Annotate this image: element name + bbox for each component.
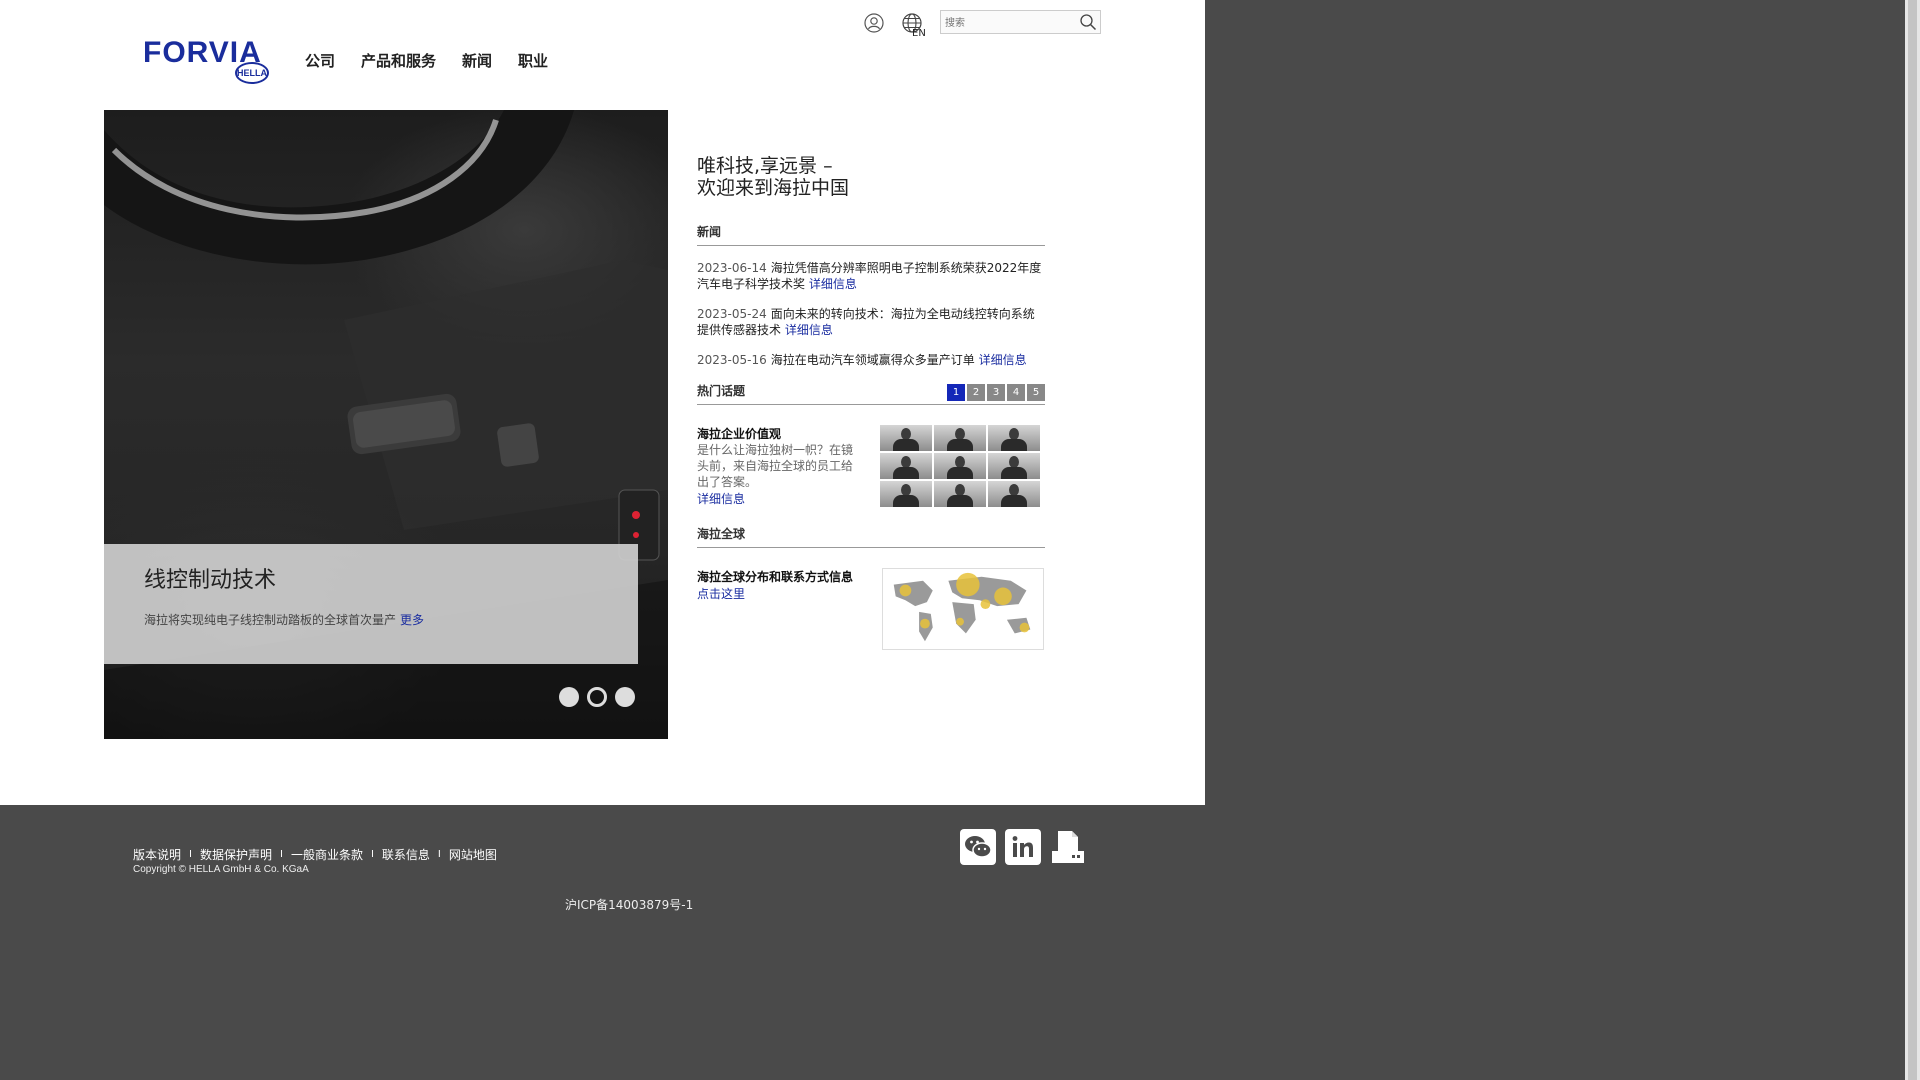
hero-more-link[interactable]: 更多 [400,613,424,627]
employee-photo [934,481,986,507]
hero-caption: 线控制动技术 海拉将实现纯电子线控制动踏板的全球首次量产 更多 [104,544,638,664]
hero-carousel[interactable]: 线控制动技术 海拉将实现纯电子线控制动踏板的全球首次量产 更多 [104,110,668,739]
footer-link-imprint[interactable]: 版本说明 [133,846,181,863]
carousel-dot-2[interactable] [587,687,607,707]
news-details-link[interactable]: 详细信息 [785,323,833,337]
footer-link-privacy[interactable]: 数据保护声明 [200,846,272,863]
page-background [1205,0,1905,1080]
copyright-text: Copyright © HELLA GmbH & Co. KGaA [133,864,309,875]
social-icons [960,829,1086,865]
footer-separator: I [189,849,192,860]
wechat-icon[interactable] [960,829,996,865]
footer-separator: I [370,849,374,860]
nav-item-careers[interactable]: 职业 [518,50,548,71]
employee-photo [880,425,932,451]
hero-title: 线控制动技术 [144,568,277,593]
pager-page-5[interactable]: 5 [1027,384,1045,401]
carousel-dots [559,687,635,707]
nav-item-company[interactable]: 公司 [305,50,335,71]
search-icon[interactable] [1079,13,1097,31]
hot-topics-pager: 1 2 3 4 5 [947,384,1045,401]
nav-item-products[interactable]: 产品和服务 [361,50,436,71]
news-details-link[interactable]: 详细信息 [809,277,857,291]
news-section-title: 新闻 [697,223,1045,246]
news-list: 2023-06-14 海拉凭借高分辨率照明电子控制系统荣获2022年度汽车电子科学… [697,260,1045,368]
news-item: 2023-05-24 面向未来的转向技术：海拉为全电动线控转向系统提供传感器技术 … [697,306,1045,338]
employee-photo [880,453,932,479]
pager-page-2[interactable]: 2 [967,384,985,401]
search-box [940,10,1101,35]
print-icon[interactable] [1050,829,1086,865]
employee-photo [988,425,1040,451]
welcome-line-2: 欢迎来到海拉中国 [697,177,850,199]
carousel-dot-1[interactable] [559,687,579,707]
news-date: 2023-06-14 [697,261,767,275]
news-headline: 海拉在电动汽车领域赢得众多量产订单 [770,353,975,367]
user-icon[interactable] [864,13,884,33]
news-date: 2023-05-16 [697,353,767,367]
main-nav: 公司 产品和服务 新闻 职业 [305,50,548,71]
search-input[interactable] [941,12,1079,35]
hella-logo-badge: HELLA [235,62,269,84]
news-details-link[interactable]: 详细信息 [979,353,1027,367]
global-card: 海拉全球分布和联系方式信息 点击这里 [697,568,1045,658]
footer-separator: I [437,849,441,860]
employee-photo [988,453,1040,479]
employee-photo [880,481,932,507]
welcome-line-1: 唯科技,享远景 – [697,155,833,177]
employee-photo-grid[interactable] [880,425,1040,507]
employee-photo [934,453,986,479]
global-section-title: 海拉全球 [697,525,1045,548]
footer-link-sitemap[interactable]: 网站地图 [449,846,497,863]
scrollbar-thumb[interactable] [1908,0,1917,1080]
hot-topics-header: 热门话题 1 2 3 4 5 [697,382,1045,405]
welcome-heading: 唯科技,享远景 – 欢迎来到海拉中国 [697,155,1045,199]
pager-page-1[interactable]: 1 [947,384,965,401]
forvia-hella-logo[interactable]: FORVIA HELLA [143,36,271,86]
world-map-image[interactable] [882,568,1044,650]
right-column: 唯科技,享远景 – 欢迎来到海拉中国 新闻 2023-06-14 海拉凭借高分辨率… [697,155,1045,658]
icp-license-text[interactable]: 沪ICP备14003879号-1 [565,896,693,913]
hot-topic-card: 海拉企业价值观 是什么让海拉独树一帜？在镜头前，来自海拉全球的员工给出了答案。 … [697,425,1045,515]
employee-photo [934,425,986,451]
language-label[interactable]: EN [912,28,926,39]
hero-description: 海拉将实现纯电子线控制动踏板的全球首次量产 [144,613,397,627]
linkedin-icon[interactable] [1005,829,1041,865]
carousel-dot-3[interactable] [615,687,635,707]
pager-page-4[interactable]: 4 [1007,384,1025,401]
nav-item-news[interactable]: 新闻 [462,50,492,71]
employee-photo [988,481,1040,507]
footer-links: 版本说明 I 数据保护声明 I 一般商业条款 I 联系信息 I 网站地图 [133,846,497,863]
news-item: 2023-06-14 海拉凭借高分辨率照明电子控制系统荣获2022年度汽车电子科学… [697,260,1045,292]
news-date: 2023-05-24 [697,307,767,321]
pager-page-3[interactable]: 3 [987,384,1005,401]
footer-separator: I [279,849,283,860]
topic-text: 是什么让海拉独树一帜？在镜头前，来自海拉全球的员工给出了答案。 [697,443,854,489]
hero-text: 海拉将实现纯电子线控制动踏板的全球首次量产 更多 [144,611,424,628]
footer-link-terms[interactable]: 一般商业条款 [291,846,363,863]
footer-link-contact[interactable]: 联系信息 [382,846,430,863]
news-item: 2023-05-16 海拉在电动汽车领域赢得众多量产订单 详细信息 [697,352,1045,368]
global-title[interactable]: 海拉全球分布和联系方式信息 [697,568,862,585]
